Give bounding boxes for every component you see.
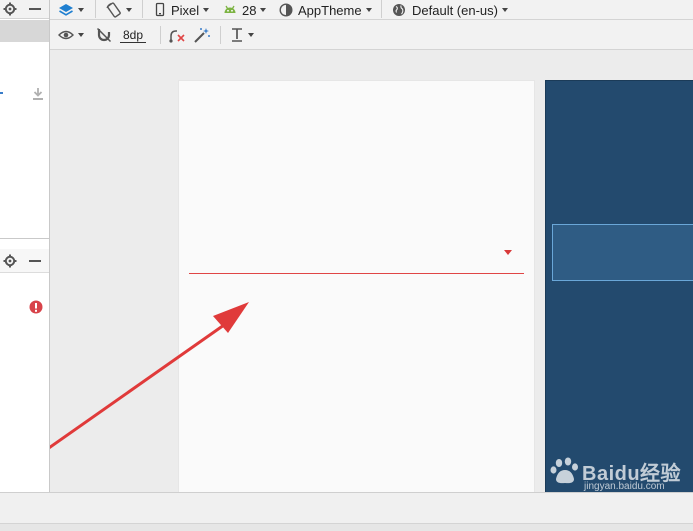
android-icon [224, 5, 236, 13]
status-bar [0, 492, 693, 531]
toolbar-separator [160, 26, 161, 44]
eye-icon [58, 30, 74, 40]
autoconnect-toggle[interactable] [96, 25, 112, 45]
panel-divider[interactable] [0, 238, 49, 239]
clear-constraints-icon [169, 30, 185, 43]
error-icon[interactable] [29, 300, 43, 314]
chevron-down-icon [501, 8, 508, 12]
device-dropdown[interactable]: Pixel [154, 0, 210, 20]
magnet-icon [96, 27, 112, 43]
api-level-label: 28 [242, 2, 257, 18]
toolbar-separator [142, 0, 143, 18]
gear-icon[interactable] [3, 254, 17, 268]
baidu-watermark: Baidu经验 jingyan.baidu.com [532, 455, 692, 492]
palette-header [0, 0, 49, 19]
toolbar-separator [220, 26, 221, 44]
clear-constraints-button[interactable] [168, 25, 186, 45]
download-icon[interactable] [31, 87, 45, 101]
status-strip [0, 523, 693, 531]
rotate-device-icon [106, 2, 121, 18]
arrow-shaft [50, 316, 236, 449]
layout-editor-toolbar: 8dp [50, 20, 693, 50]
minimize-icon[interactable] [29, 8, 41, 11]
watermark-url: jingyan.baidu.com [584, 481, 665, 492]
margin-label: 8dp [120, 28, 147, 43]
phone-icon [155, 2, 165, 17]
chevron-down-icon [78, 33, 84, 37]
chevron-down-icon [248, 33, 254, 37]
text-baseline-icon [232, 28, 242, 42]
gear-icon[interactable] [3, 2, 17, 16]
theme-dropdown[interactable]: AppTheme [279, 0, 372, 20]
left-panel [0, 0, 50, 492]
chevron-down-icon [365, 8, 372, 12]
magic-wand-icon [194, 28, 210, 43]
theme-icon [279, 3, 293, 17]
chevron-down-icon [260, 8, 267, 12]
palette-selected-row[interactable] [0, 20, 49, 42]
component-tree-header [0, 249, 49, 273]
tree-expand-icon[interactable] [0, 89, 4, 97]
chevron-down-icon [78, 8, 84, 12]
locale-label: Default (en-us) [412, 2, 498, 18]
minimize-icon[interactable] [29, 260, 41, 263]
design-canvas[interactable]: Baidu经验 jingyan.baidu.com [50, 50, 693, 492]
chevron-down-icon [203, 8, 210, 12]
design-toolbar: Pixel 28 AppTheme Default (en-us) [50, 0, 693, 20]
toolbar-separator [381, 0, 382, 18]
design-surface-dropdown[interactable] [58, 0, 84, 20]
globe-icon [393, 4, 405, 16]
api-level-dropdown[interactable]: 28 [222, 0, 267, 20]
locale-dropdown[interactable]: Default (en-us) [392, 0, 508, 20]
device-label: Pixel [171, 2, 200, 18]
paw-logo-icon [550, 457, 578, 484]
view-options-dropdown[interactable] [58, 25, 84, 45]
layers-icon [59, 4, 73, 16]
default-margins-dropdown[interactable]: 8dp [120, 25, 147, 45]
guidelines-dropdown[interactable] [230, 25, 254, 45]
chevron-down-icon [126, 8, 132, 12]
annotation-arrow [50, 302, 249, 449]
orientation-dropdown[interactable] [106, 0, 132, 20]
infer-constraints-button[interactable] [193, 25, 211, 45]
theme-label: AppTheme [298, 2, 362, 18]
toolbar-separator [95, 0, 96, 18]
